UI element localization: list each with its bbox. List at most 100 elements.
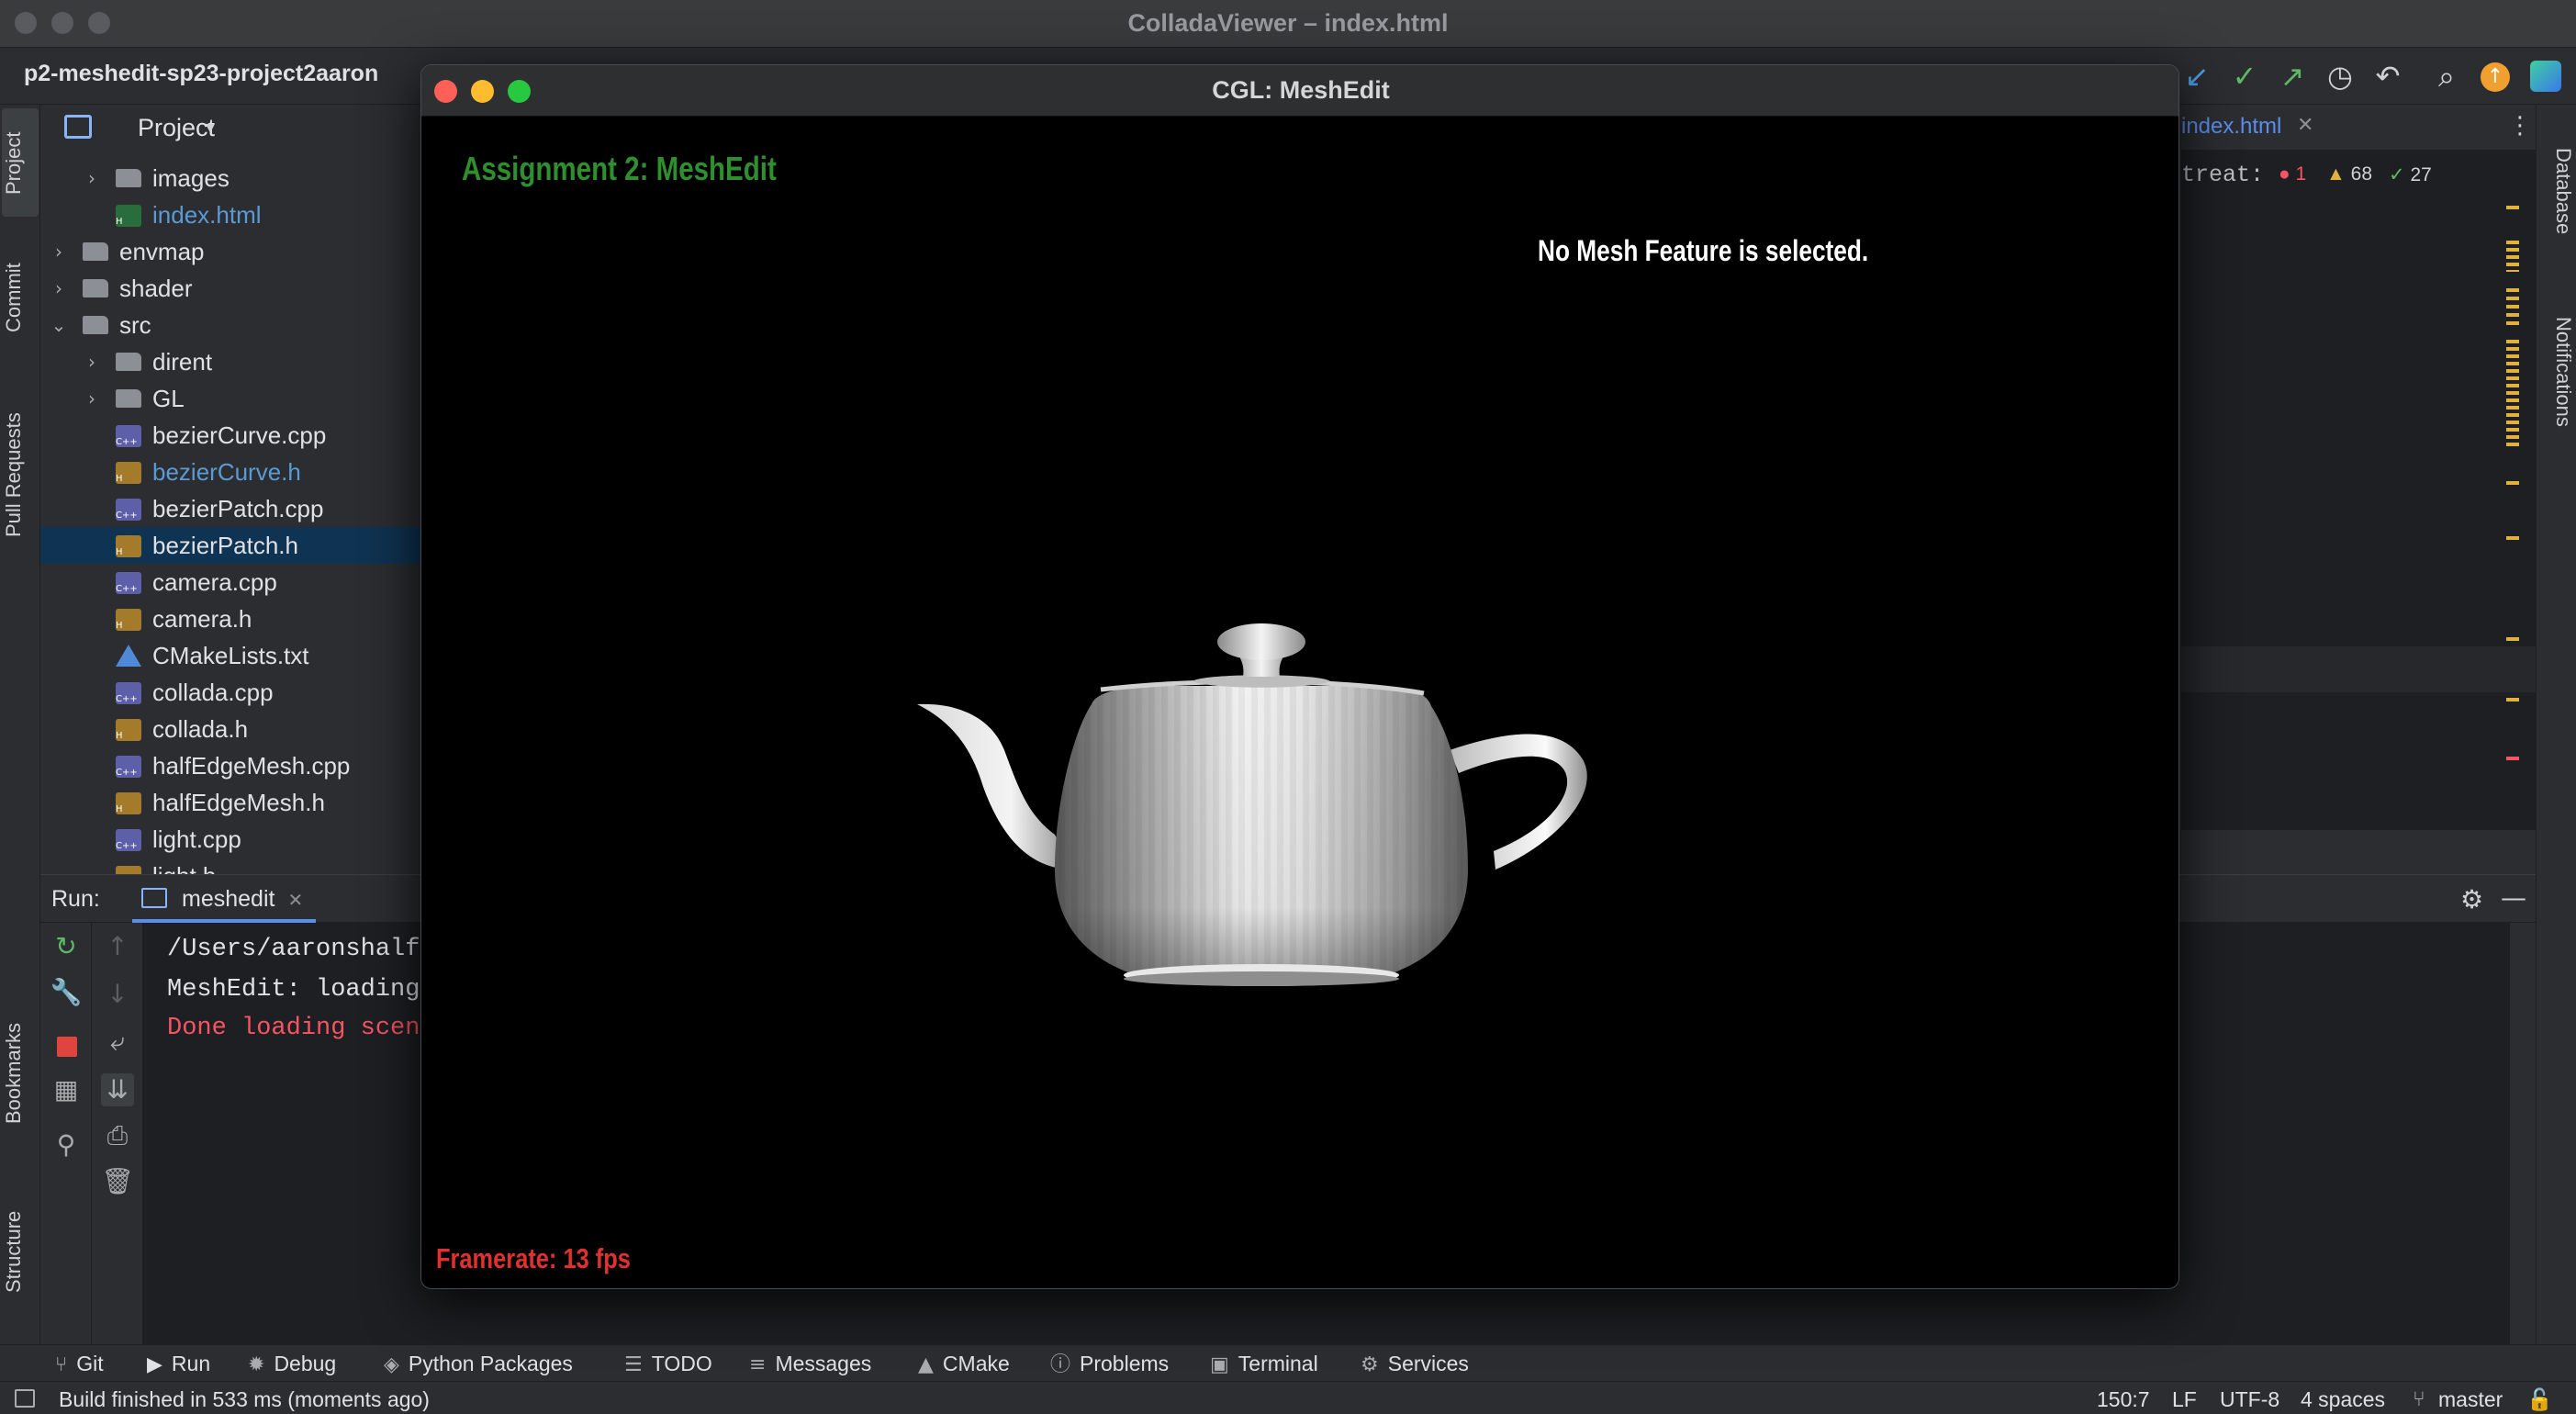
chevron-right-icon[interactable]: › — [83, 380, 101, 417]
build-status-message[interactable]: Build finished in 533 ms (moments ago) — [59, 1387, 430, 1412]
tool-tab-pull-requests[interactable]: Pull Requests — [2, 397, 39, 553]
cgl-meshedit-window[interactable]: CGL: MeshEdit Assignment 2: MeshEdit No … — [420, 64, 2179, 1289]
chevron-right-icon[interactable]: › — [83, 343, 101, 380]
project-view-selector[interactable]: Project — [138, 114, 215, 142]
tool-run[interactable]: ▶ Run — [147, 1349, 210, 1378]
tool-services[interactable]: ⚙ Services — [1361, 1349, 1469, 1378]
wrench-icon[interactable]: 🔧 — [50, 976, 83, 1009]
line-separator[interactable]: LF — [2172, 1387, 2197, 1412]
project-name-breadcrumb[interactable]: p2-meshedit-sp23-project2aaron — [24, 61, 378, 87]
editor-content[interactable]: treat: ● 1 ▲ 68 ✓ 27 — [2181, 151, 2536, 830]
assignment-title: Assignment 2: MeshEdit — [462, 150, 777, 187]
tool-tab-structure[interactable]: Structure — [2, 1192, 39, 1311]
scroll-to-end-icon[interactable]: ⇊ — [101, 1073, 134, 1106]
tree-item-images[interactable]: › images — [40, 160, 435, 196]
tool-cmake[interactable]: ▲ CMake — [918, 1349, 1010, 1378]
rerun-icon[interactable]: ↻ — [50, 930, 83, 963]
cpp-file-icon: C++ — [116, 756, 141, 778]
cgl-titlebar[interactable]: CGL: MeshEdit — [421, 65, 2178, 117]
tree-item-camera-h[interactable]: Hcamera.h — [40, 600, 435, 637]
tool-tab-notifications[interactable]: Notifications — [2538, 285, 2575, 459]
tool-label: Debug — [274, 1352, 337, 1375]
scroll-up-icon[interactable]: ↑ — [101, 930, 134, 963]
search-icon[interactable]: ⌕ — [2429, 59, 2464, 94]
tree-item-collada-h[interactable]: Hcollada.h — [40, 711, 435, 747]
stop-icon[interactable] — [57, 1037, 77, 1057]
tool-tab-commit[interactable]: Commit — [2, 252, 39, 343]
more-options-icon[interactable]: ⋮ — [2508, 112, 2532, 140]
update-available-icon[interactable]: ↑ — [2481, 62, 2510, 92]
pin-icon[interactable]: ⚲ — [50, 1128, 83, 1162]
chevron-right-icon[interactable]: › — [50, 270, 68, 307]
tree-item-light-cpp[interactable]: C++ light.cpp — [40, 821, 435, 858]
status-bar: Build finished in 533 ms (moments ago) 1… — [0, 1381, 2576, 1414]
tree-item-envmap[interactable]: › envmap — [40, 233, 435, 270]
tree-item-collada-cpp[interactable]: C++ collada.cpp — [40, 674, 435, 711]
opengl-canvas[interactable]: Assignment 2: MeshEdit No Mesh Feature i… — [421, 117, 2178, 1288]
file-encoding[interactable]: UTF-8 — [2220, 1387, 2279, 1412]
tree-item-camera-cpp[interactable]: C++ camera.cpp — [40, 564, 435, 600]
tool-python-packages[interactable]: ◈ Python Packages — [384, 1349, 573, 1378]
tree-item-beziercurve-cpp[interactable]: C++ bezierCurve.cpp — [40, 417, 435, 454]
error-count-value: 1 — [2295, 163, 2307, 185]
tool-label: Messages — [775, 1352, 872, 1375]
tool-windows-icon[interactable] — [15, 1389, 35, 1408]
close-run-tab-icon[interactable]: ✕ — [287, 889, 303, 911]
tree-item-shader[interactable]: › shader — [40, 270, 435, 307]
chevron-right-icon[interactable]: › — [83, 160, 101, 196]
close-tab-icon[interactable]: ✕ — [2297, 114, 2313, 137]
tree-item-label: dirent — [152, 348, 213, 376]
tree-item-dirent[interactable]: › dirent — [40, 343, 435, 380]
soft-wrap-icon[interactable]: ⤶ — [101, 1026, 134, 1059]
tool-git[interactable]: ⑂ Git — [55, 1349, 104, 1378]
console-scrollbar[interactable] — [2510, 923, 2536, 1345]
tree-item-halfedgemesh-cpp[interactable]: C++ halfEdgeMesh.cpp — [40, 747, 435, 784]
vcs-commit-icon[interactable]: ✓ — [2227, 59, 2262, 94]
rollback-icon[interactable]: ↶ — [2370, 59, 2405, 94]
lock-icon[interactable]: 🔓 — [2526, 1387, 2553, 1412]
clear-console-icon[interactable]: 🗑 — [101, 1165, 134, 1198]
settings-gear-icon[interactable]: ⚙ — [2460, 884, 2483, 915]
tree-item-halfedgemesh-h[interactable]: HhalfEdgeMesh.h — [40, 784, 435, 821]
warning-count[interactable]: ▲ 68 — [2326, 163, 2372, 185]
chevron-right-icon[interactable]: › — [50, 233, 68, 270]
tree-item-src[interactable]: ⌄ src — [40, 307, 435, 343]
tool-tab-bookmarks[interactable]: Bookmarks — [2, 1014, 39, 1133]
scroll-down-icon[interactable]: ↓ — [101, 978, 134, 1011]
tool-terminal[interactable]: ▣ Terminal — [1210, 1349, 1318, 1378]
tree-item-bezierpatch-h[interactable]: HbezierPatch.h — [40, 527, 435, 564]
history-icon[interactable]: ◷ — [2323, 59, 2358, 94]
tree-item-cmakelists-txt[interactable]: CMakeLists.txt — [40, 637, 435, 674]
indent-setting[interactable]: 4 spaces — [2301, 1387, 2385, 1412]
editor-tab-index-html[interactable]: index.html — [2181, 114, 2281, 140]
tool-problems[interactable]: ⓘ Problems — [1050, 1349, 1169, 1378]
tool-tab-project[interactable]: Project — [2, 118, 39, 209]
tree-item-beziercurve-h[interactable]: HbezierCurve.h — [40, 454, 435, 490]
tool-tab-database[interactable]: Database — [2538, 127, 2575, 255]
layout-icon[interactable]: ▦ — [50, 1073, 83, 1106]
print-icon[interactable]: ⎙ — [101, 1119, 134, 1152]
editor-error-stripe[interactable] — [2506, 206, 2519, 812]
tool-messages[interactable]: ≡ Messages — [749, 1349, 871, 1378]
chevron-down-icon[interactable]: ▾ — [206, 116, 215, 138]
tool-todo[interactable]: ☰ TODO — [624, 1349, 712, 1378]
run-actions-gutter: ↻ 🔧 ▦ ⚲ — [40, 923, 92, 1345]
error-count[interactable]: ● 1 — [2279, 163, 2306, 185]
vcs-update-icon[interactable]: ↙ — [2179, 59, 2214, 94]
vcs-push-icon[interactable]: ↗ — [2275, 59, 2310, 94]
git-branch[interactable]: master — [2438, 1387, 2503, 1412]
teapot-mesh[interactable] — [917, 594, 1615, 1016]
tree-item-light-h[interactable]: Hlight.h — [40, 858, 435, 874]
project-panel: Project ▾ › images Hindex.html › envmap › shad… — [40, 105, 435, 874]
tree-item-index-html[interactable]: Hindex.html — [40, 196, 435, 233]
ok-count[interactable]: ✓ 27 — [2389, 163, 2432, 186]
chevron-down-icon[interactable]: ⌄ — [50, 307, 68, 343]
tool-debug[interactable]: ✹ Debug — [248, 1349, 336, 1378]
tree-item-gl[interactable]: › GL — [40, 380, 435, 417]
run-tab-meshedit[interactable]: meshedit ✕ — [132, 875, 317, 923]
framerate-readout: Framerate: 13 fps — [436, 1242, 631, 1274]
ide-logo-icon[interactable] — [2530, 61, 2561, 92]
tree-item-bezierpatch-cpp[interactable]: C++ bezierPatch.cpp — [40, 490, 435, 527]
hide-panel-icon[interactable]: — — [2501, 882, 2526, 913]
caret-position[interactable]: 150:7 — [2097, 1387, 2150, 1412]
